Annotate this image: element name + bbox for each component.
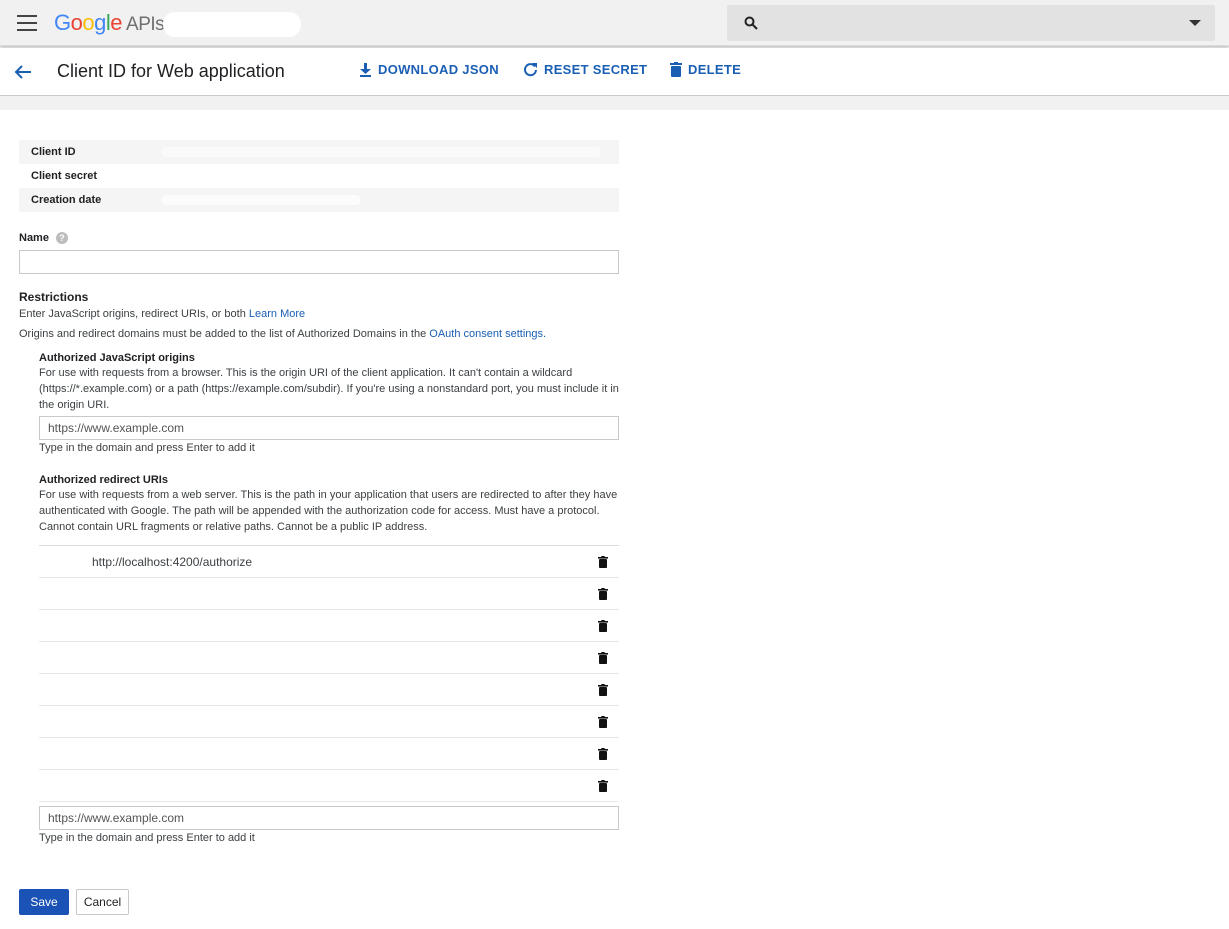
restrictions-title: Restrictions [19, 290, 89, 304]
cancel-button[interactable]: Cancel [76, 889, 129, 915]
save-button[interactable]: Save [19, 889, 69, 915]
js-origin-hint: Type in the domain and press Enter to ad… [39, 442, 255, 454]
search-dropdown-icon[interactable] [1189, 20, 1201, 26]
oauth-consent-link[interactable]: OAuth consent settings. [429, 328, 546, 340]
download-json-label: DOWNLOAD JSON [378, 62, 499, 77]
trash-icon[interactable] [598, 652, 608, 664]
delete-button[interactable]: DELETE [670, 62, 741, 77]
name-label: Name ? [19, 232, 68, 244]
back-arrow-icon[interactable] [12, 61, 34, 83]
list-item [39, 706, 619, 738]
header-divider [0, 96, 1229, 110]
client-id-label: Client ID [31, 146, 76, 158]
trash-icon[interactable] [598, 556, 608, 568]
creation-date-row: Creation date [19, 188, 619, 212]
redirect-uris-title: Authorized redirect URIs [39, 474, 168, 486]
js-origins-title: Authorized JavaScript origins [39, 352, 195, 364]
logo-apis-text: APIs [126, 14, 165, 35]
client-secret-label: Client secret [31, 170, 98, 182]
redirect-uri-hint: Type in the domain and press Enter to ad… [39, 832, 255, 844]
list-item [39, 578, 619, 610]
list-item [39, 738, 619, 770]
page-title: Client ID for Web application [57, 61, 285, 81]
redirect-uris-description: For use with requests from a web server.… [39, 489, 618, 533]
list-item [39, 610, 619, 642]
search-icon [744, 16, 758, 30]
list-item [39, 642, 619, 674]
trash-icon[interactable] [598, 588, 608, 600]
client-id-row: Client ID [19, 140, 619, 164]
redirect-uri-input[interactable] [39, 806, 619, 830]
trash-icon[interactable] [598, 748, 608, 760]
project-selector[interactable] [163, 12, 301, 37]
domains-note-text: Origins and redirect domains must be add… [19, 328, 430, 340]
list-item: http://localhost:4200/authorize [39, 546, 619, 578]
client-secret-row: Client secret [19, 164, 619, 188]
delete-label: DELETE [688, 62, 742, 77]
learn-more-link[interactable]: Learn More [249, 308, 305, 320]
creation-date-value [161, 195, 361, 205]
refresh-icon [524, 63, 537, 77]
client-id-value[interactable] [161, 147, 601, 157]
reset-secret-button[interactable]: RESET SECRET [523, 62, 647, 77]
trash-icon[interactable] [598, 780, 608, 792]
download-json-button[interactable]: DOWNLOAD JSON [359, 62, 499, 77]
restrictions-domains-note: Origins and redirect domains must be add… [19, 328, 546, 340]
trash-icon [670, 62, 682, 77]
trash-icon[interactable] [598, 620, 608, 632]
reset-secret-label: RESET SECRET [544, 62, 648, 77]
js-origin-input[interactable] [39, 416, 619, 440]
help-icon[interactable]: ? [55, 232, 68, 244]
restrictions-intro-text: Enter JavaScript origins, redirect URIs,… [19, 308, 249, 320]
search-bar[interactable] [727, 5, 1215, 41]
google-apis-logo[interactable]: Google APIs [54, 10, 165, 36]
logo-google-text: Google [54, 10, 123, 35]
creation-date-label: Creation date [31, 194, 102, 206]
redirect-uri-list: http://localhost:4200/authorize [39, 545, 619, 802]
credential-info-table: Client ID Client secret Creation date [19, 140, 619, 212]
redirect-uri-text[interactable]: http://localhost:4200/authorize [92, 555, 252, 569]
download-icon [360, 62, 371, 77]
name-input[interactable] [19, 250, 619, 274]
list-item [39, 770, 619, 802]
top-app-bar: Google APIs [0, 0, 1229, 46]
list-item [39, 674, 619, 706]
js-origins-description: For use with requests from a browser. Th… [39, 367, 619, 411]
page-header: Client ID for Web application DOWNLOAD J… [0, 48, 1229, 96]
trash-icon[interactable] [598, 684, 608, 696]
name-label-text: Name [19, 232, 49, 244]
restrictions-intro: Enter JavaScript origins, redirect URIs,… [19, 308, 305, 320]
hamburger-menu-icon[interactable] [17, 15, 37, 31]
trash-icon[interactable] [598, 716, 608, 728]
